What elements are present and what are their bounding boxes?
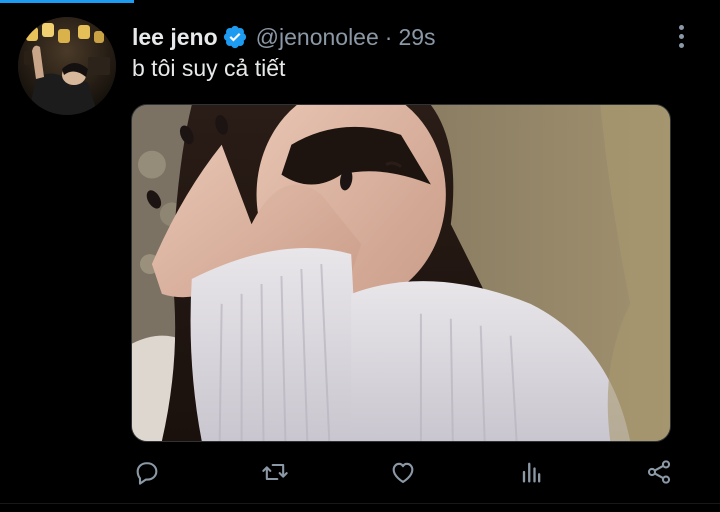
top-accent-bar	[0, 0, 134, 3]
more-options-icon[interactable]	[668, 22, 694, 50]
avatar[interactable]	[18, 17, 116, 115]
like-button[interactable]	[383, 452, 423, 492]
retweet-button[interactable]	[255, 452, 295, 492]
handle[interactable]: @jenonolee	[256, 22, 379, 52]
analytics-button[interactable]	[511, 452, 551, 492]
share-button[interactable]	[639, 452, 679, 492]
more-dot	[678, 42, 684, 48]
retweet-icon	[262, 463, 288, 481]
reply-button[interactable]	[127, 452, 167, 492]
more-dot	[678, 33, 684, 39]
analytics-icon	[522, 462, 541, 483]
share-icon	[647, 460, 671, 484]
like-icon	[392, 462, 414, 483]
tweet: lee jeno @jenonolee · 29s b tôi suy cả t…	[0, 0, 720, 512]
avatar-image	[18, 17, 116, 115]
photo-image	[132, 105, 670, 441]
tweet-text: b tôi suy cả tiết	[132, 55, 286, 81]
reply-icon	[136, 462, 158, 485]
tweet-header: lee jeno @jenonolee · 29s	[132, 22, 436, 52]
tweet-media-photo[interactable]	[131, 104, 671, 442]
verified-badge-icon	[222, 24, 248, 50]
separator-dot: ·	[384, 24, 393, 50]
timestamp[interactable]: 29s	[398, 22, 435, 52]
tweet-actions	[0, 452, 720, 492]
more-dot	[678, 24, 684, 30]
display-name[interactable]: lee jeno	[132, 22, 218, 52]
divider	[0, 503, 720, 504]
